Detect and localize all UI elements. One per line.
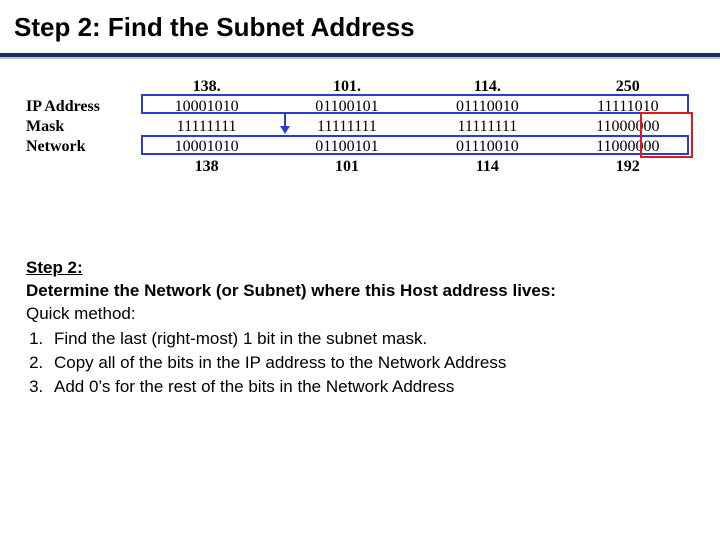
explain-heading: Step 2:	[26, 257, 694, 280]
dec-cell: 101	[277, 157, 417, 177]
table-row: Mask 11111111 11111111 11111111 11000000	[22, 117, 698, 137]
table-row: IP Address 10001010 01100101 01110010 11…	[22, 97, 698, 117]
page-title: Step 2: Find the Subnet Address	[0, 0, 720, 49]
list-item: Add 0’s for the rest of the bits in the …	[48, 376, 694, 399]
table-row: 138 101 114 192	[22, 157, 698, 177]
bits-cell: 10001010	[136, 137, 276, 157]
subnet-diagram: 138. 101. 114. 250 IP Address 10001010 0…	[22, 77, 698, 177]
steps-list: Find the last (right-most) 1 bit in the …	[26, 328, 694, 399]
dec-cell: 250	[558, 77, 698, 97]
list-item: Find the last (right-most) 1 bit in the …	[48, 328, 694, 351]
list-item: Copy all of the bits in the IP address t…	[48, 352, 694, 375]
bits-cell: 11000000	[558, 137, 698, 157]
bits-table: 138. 101. 114. 250 IP Address 10001010 0…	[22, 77, 698, 177]
table-row: Network 10001010 01100101 01110010 11000…	[22, 137, 698, 157]
dec-cell: 101.	[277, 77, 417, 97]
bits-cell: 11000000	[558, 117, 698, 137]
dec-cell: 114.	[417, 77, 557, 97]
bits-cell: 01110010	[417, 137, 557, 157]
bits-cell: 01100101	[277, 137, 417, 157]
dec-cell: 192	[558, 157, 698, 177]
dec-cell: 114	[417, 157, 557, 177]
row-label: Network	[22, 137, 136, 157]
explain-subheading: Determine the Network (or Subnet) where …	[26, 280, 694, 303]
row-label: IP Address	[22, 97, 136, 117]
quick-method-label: Quick method:	[26, 303, 694, 326]
bits-cell: 01110010	[417, 97, 557, 117]
bits-cell: 10001010	[136, 97, 276, 117]
row-label: Mask	[22, 117, 136, 137]
bits-cell: 01100101	[277, 97, 417, 117]
bits-cell: 11111010	[558, 97, 698, 117]
dec-cell: 138	[136, 157, 276, 177]
table-row: 138. 101. 114. 250	[22, 77, 698, 97]
bits-cell: 11111111	[417, 117, 557, 137]
dec-cell: 138.	[136, 77, 276, 97]
bits-cell: 11111111	[277, 117, 417, 137]
explanation-block: Step 2: Determine the Network (or Subnet…	[26, 257, 694, 399]
divider-light	[0, 57, 720, 59]
bits-cell: 11111111	[136, 117, 276, 137]
